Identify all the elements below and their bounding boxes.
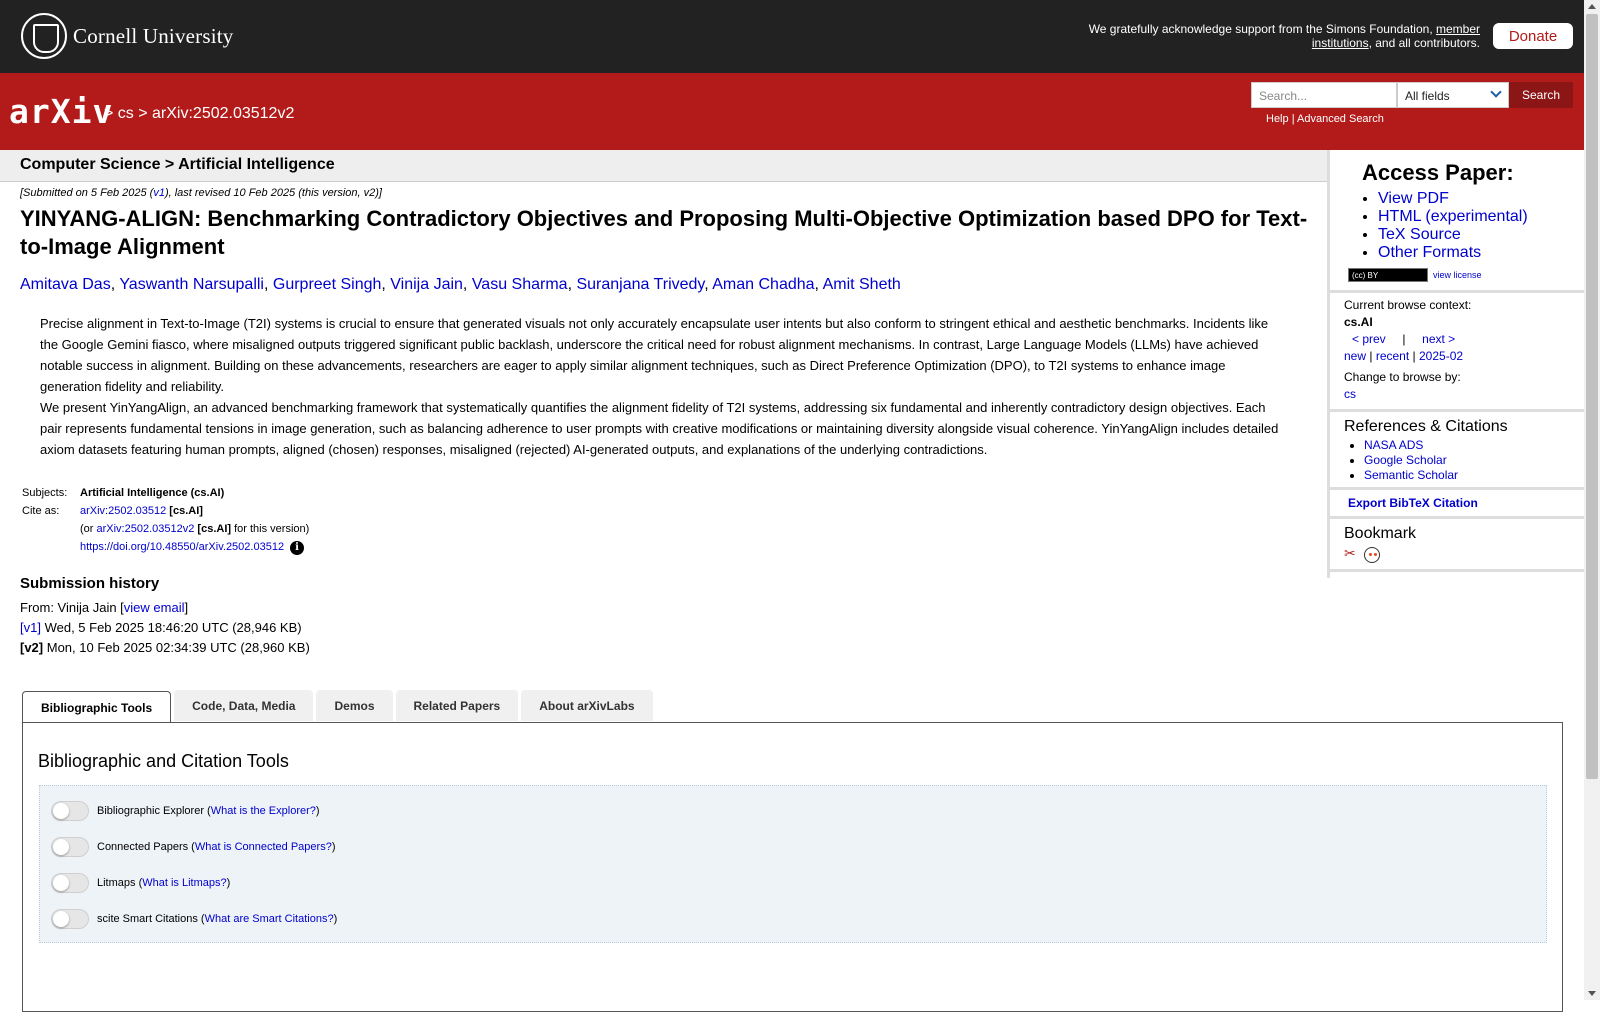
view-pdf-link[interactable]: View PDF — [1378, 190, 1449, 207]
sidebar: Access Paper: View PDF HTML (experimenta… — [1327, 150, 1584, 578]
tab-demos[interactable]: Demos — [316, 690, 393, 721]
submission-history: From: Vinija Jain [view email] [v1] Wed,… — [20, 600, 310, 655]
bibtex-block: Export BibTeX Citation — [1330, 490, 1584, 519]
category-bar: Computer Science > Artificial Intelligen… — [0, 150, 1328, 182]
subjects-label: Subjects: — [22, 487, 68, 499]
references-block: References & Citations NASA ADS Google S… — [1330, 412, 1584, 490]
breadcrumb[interactable]: > cs > arXiv:2502.03512v2 — [104, 105, 294, 123]
category-heading: Computer Science > Artificial Intelligen… — [20, 156, 335, 173]
submission-dateline: [Submitted on 5 Feb 2025 (v1), last revi… — [20, 187, 382, 199]
what-is-litmaps-link[interactable]: What is Litmaps? — [142, 877, 226, 889]
paper-title: YINYANG-ALIGN: Benchmarking Contradictor… — [20, 206, 1308, 259]
author-link[interactable]: Vinija Jain — [390, 276, 463, 293]
reddit-icon[interactable] — [1364, 547, 1380, 563]
author-link[interactable]: Suranjana Trivedy — [576, 276, 704, 293]
cite-label: Cite as: — [22, 505, 60, 517]
tab-panel: Bibliographic and Citation Tools Bibliog… — [22, 722, 1563, 1012]
scroll-down-icon[interactable] — [1588, 991, 1596, 996]
month-link[interactable]: 2025-02 — [1419, 349, 1463, 363]
scrollbar[interactable] — [1584, 0, 1600, 1000]
tab-code-data-media[interactable]: Code, Data, Media — [174, 690, 314, 721]
tools-list: Bibliographic Explorer (What is the Expl… — [39, 785, 1547, 943]
other-formats-link[interactable]: Other Formats — [1378, 244, 1481, 261]
v1-link[interactable]: v1 — [153, 187, 165, 199]
semantic-scholar-link[interactable]: Semantic Scholar — [1364, 468, 1458, 482]
tool-row: Litmaps (What is Litmaps?) — [51, 873, 230, 893]
tex-source-link[interactable]: TeX Source — [1378, 226, 1461, 243]
scite-toggle[interactable] — [51, 909, 89, 929]
scroll-up-icon[interactable] — [1588, 4, 1596, 9]
google-scholar-link[interactable]: Google Scholar — [1364, 453, 1447, 467]
search-input[interactable]: Search... — [1251, 82, 1397, 108]
access-title: Access Paper: — [1362, 160, 1514, 185]
view-license-link[interactable]: view license — [1433, 270, 1482, 280]
cc-license-icon[interactable]: (cc) BY — [1348, 268, 1428, 282]
what-is-connected-papers-link[interactable]: What is Connected Papers? — [195, 841, 332, 853]
panel-title: Bibliographic and Citation Tools — [38, 751, 289, 771]
bibsonomy-icon[interactable] — [1344, 545, 1360, 563]
what-are-smart-citations-link[interactable]: What are Smart Citations? — [205, 913, 334, 925]
v1-version-link[interactable]: [v1] — [20, 620, 41, 635]
prev-link[interactable]: < prev — [1352, 332, 1386, 346]
search-button[interactable]: Search — [1509, 82, 1573, 108]
browse-context: Current browse context: cs.AI < prev | n… — [1330, 293, 1584, 412]
tool-row: Connected Papers (What is Connected Pape… — [51, 837, 335, 857]
references-title: References & Citations — [1344, 418, 1508, 435]
tab-bibliographic-tools[interactable]: Bibliographic Tools — [22, 691, 172, 724]
subjects-value: Artificial Intelligence (cs.AI) — [80, 487, 225, 499]
tool-row: Bibliographic Explorer (What is the Expl… — [51, 801, 320, 821]
author-list: Amitava Das, Yaswanth Narsupalli, Gurpre… — [20, 276, 901, 293]
bookmark-block: Bookmark — [1330, 519, 1584, 572]
donate-button[interactable]: Donate — [1493, 23, 1573, 49]
view-email-link[interactable]: view email — [124, 600, 185, 615]
export-bibtex-link[interactable]: Export BibTeX Citation — [1348, 496, 1478, 510]
new-link[interactable]: new — [1344, 349, 1366, 363]
author-link[interactable]: Amitava Das — [20, 276, 111, 293]
author-link[interactable]: Gurpreet Singh — [273, 276, 382, 293]
next-link[interactable]: next > — [1422, 332, 1455, 346]
author-link[interactable]: Yaswanth Narsupalli — [119, 276, 264, 293]
labs-tabs: Bibliographic Tools Code, Data, Media De… — [22, 690, 656, 724]
help-link[interactable]: Help — [1266, 113, 1289, 125]
advanced-search-link[interactable]: Advanced Search — [1297, 113, 1384, 125]
acknowledgement: We gratefully acknowledge support from t… — [1088, 22, 1480, 50]
doi-link[interactable]: https://doi.org/10.48550/arXiv.2502.0351… — [80, 541, 284, 553]
context-value: cs.AI — [1344, 315, 1373, 329]
author-link[interactable]: Amit Sheth — [823, 276, 901, 293]
cornell-header: Cornell University We gratefully acknowl… — [0, 0, 1584, 73]
submission-history-heading: Submission history — [20, 575, 160, 592]
abstract-paragraph: Precise alignment in Text-to-Image (T2I)… — [40, 316, 1269, 394]
bookmark-title: Bookmark — [1344, 525, 1417, 542]
tab-related-papers[interactable]: Related Papers — [395, 690, 519, 721]
help-links: Help | Advanced Search — [1266, 113, 1384, 125]
litmaps-toggle[interactable] — [51, 873, 89, 893]
browse-cs-link[interactable]: cs — [1344, 387, 1356, 401]
cite-version-link[interactable]: arXiv:2502.03512v2 — [97, 523, 195, 535]
v2-version-label: [v2] — [20, 640, 44, 655]
search-field-select[interactable]: All fields — [1397, 82, 1509, 108]
access-paper-block: Access Paper: View PDF HTML (experimenta… — [1330, 150, 1584, 293]
arxiv-header: arXiv > cs > arXiv:2502.03512v2 Search..… — [0, 73, 1584, 150]
what-is-explorer-link[interactable]: What is the Explorer? — [211, 805, 316, 817]
abstract: Precise alignment in Text-to-Image (T2I)… — [40, 313, 1280, 460]
abstract-paragraph: We present YinYangAlign, an advanced ben… — [40, 400, 1279, 457]
chevron-down-icon — [1490, 86, 1502, 98]
cite-id-link[interactable]: arXiv:2502.03512 — [80, 505, 166, 517]
cornell-seal-icon — [21, 13, 67, 59]
tab-about-arxivlabs[interactable]: About arXivLabs — [521, 690, 653, 721]
recent-link[interactable]: recent — [1376, 349, 1409, 363]
bibliographic-explorer-toggle[interactable] — [51, 801, 89, 821]
scroll-thumb[interactable] — [1586, 14, 1598, 779]
metadata-table: Subjects: Artificial Intelligence (cs.AI… — [20, 484, 311, 558]
institution-name: Cornell University — [73, 23, 234, 48]
html-link[interactable]: HTML (experimental) — [1378, 208, 1528, 225]
connected-papers-toggle[interactable] — [51, 837, 89, 857]
arxiv-logo[interactable]: arXiv — [9, 92, 113, 131]
nasa-ads-link[interactable]: NASA ADS — [1364, 438, 1423, 452]
author-link[interactable]: Aman Chadha — [712, 276, 814, 293]
info-icon[interactable]: i — [290, 541, 305, 555]
cornell-logo[interactable]: Cornell University — [21, 13, 234, 59]
author-link[interactable]: Vasu Sharma — [472, 276, 568, 293]
tool-row: scite Smart Citations (What are Smart Ci… — [51, 909, 337, 929]
